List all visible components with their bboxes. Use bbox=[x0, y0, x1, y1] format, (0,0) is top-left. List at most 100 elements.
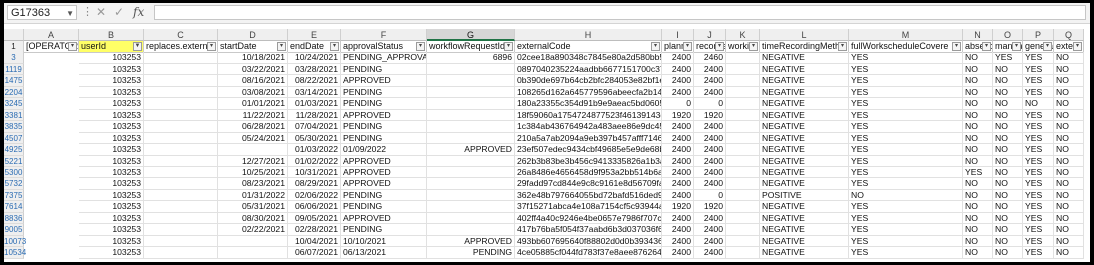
header-cell[interactable]: manual ▾ bbox=[993, 41, 1023, 53]
table-cell[interactable]: NO bbox=[1054, 189, 1084, 202]
table-cell[interactable]: NEGATIVE bbox=[760, 75, 849, 87]
table-cell[interactable] bbox=[427, 98, 515, 110]
table-cell[interactable]: YES bbox=[1023, 121, 1054, 133]
table-cell[interactable]: 1920 bbox=[694, 201, 726, 213]
table-cell[interactable]: YES bbox=[1023, 235, 1054, 248]
table-cell[interactable] bbox=[427, 201, 515, 213]
table-cell[interactable]: YES bbox=[1023, 144, 1054, 156]
header-cell[interactable]: startDate ▾ bbox=[218, 41, 288, 53]
table-cell[interactable]: 08/16/2021 bbox=[218, 75, 288, 87]
table-cell[interactable]: YES bbox=[849, 201, 963, 213]
table-cell[interactable]: APPROVED bbox=[341, 75, 427, 87]
header-cell[interactable]: endDate ▾ bbox=[288, 41, 341, 53]
table-cell[interactable] bbox=[144, 109, 218, 122]
table-cell[interactable]: 0 bbox=[694, 189, 726, 202]
table-cell[interactable]: NEGATIVE bbox=[760, 235, 849, 248]
table-cell[interactable]: 06/13/2021 bbox=[341, 247, 427, 259]
table-cell[interactable]: APPROVED bbox=[427, 235, 515, 248]
table-cell[interactable]: NO bbox=[993, 132, 1023, 145]
table-cell[interactable]: NO bbox=[963, 189, 993, 202]
table-cell[interactable] bbox=[144, 247, 218, 259]
table-cell[interactable]: 2400 bbox=[694, 75, 726, 87]
table-cell[interactable] bbox=[427, 75, 515, 87]
table-cell[interactable]: NO bbox=[1054, 132, 1084, 145]
table-cell[interactable]: APPROVED bbox=[341, 212, 427, 225]
table-cell[interactable]: 2400 bbox=[694, 178, 726, 190]
row-number[interactable]: 1119 bbox=[4, 63, 24, 76]
table-cell[interactable]: NO bbox=[1054, 166, 1084, 179]
table-cell[interactable]: 103253 bbox=[79, 75, 144, 87]
table-cell[interactable] bbox=[427, 189, 515, 202]
table-cell[interactable]: YES bbox=[849, 109, 963, 122]
table-cell[interactable]: PENDING bbox=[341, 132, 427, 145]
table-cell[interactable]: 2400 bbox=[662, 121, 694, 133]
table-cell[interactable]: 03/14/2021 bbox=[288, 86, 341, 99]
table-cell[interactable]: NO bbox=[1054, 155, 1084, 167]
table-cell[interactable]: 108265d162a645779596abeecfa2b14c bbox=[515, 86, 662, 99]
table-cell[interactable] bbox=[144, 132, 218, 145]
table-cell[interactable]: NO bbox=[993, 86, 1023, 99]
table-cell[interactable]: 03/28/2021 bbox=[288, 63, 341, 76]
select-all-corner[interactable] bbox=[4, 29, 24, 41]
column-header-n[interactable]: N bbox=[963, 29, 993, 41]
table-cell[interactable]: NO bbox=[1054, 63, 1084, 76]
table-cell[interactable]: YES bbox=[849, 132, 963, 145]
table-cell[interactable]: NO bbox=[963, 121, 993, 133]
table-cell[interactable]: 2400 bbox=[662, 75, 694, 87]
formula-input[interactable] bbox=[154, 5, 1086, 20]
table-cell[interactable]: 03/22/2021 bbox=[218, 63, 288, 76]
table-cell[interactable] bbox=[144, 75, 218, 87]
table-cell[interactable]: 10/25/2021 bbox=[218, 166, 288, 179]
row-number[interactable]: 10073 bbox=[4, 235, 26, 248]
column-header-a[interactable]: A bbox=[24, 29, 79, 41]
table-cell[interactable]: NEGATIVE bbox=[760, 144, 849, 156]
table-cell[interactable]: 10/04/2021 bbox=[288, 235, 341, 248]
table-cell[interactable]: NO bbox=[993, 109, 1023, 122]
table-cell[interactable]: 103253 bbox=[79, 109, 144, 122]
table-cell[interactable]: 01/31/2022 bbox=[218, 189, 288, 202]
table-cell[interactable]: NO bbox=[993, 201, 1023, 213]
table-cell[interactable]: 10/18/2021 bbox=[218, 52, 288, 64]
filter-dropdown-icon[interactable]: ▾ bbox=[277, 42, 286, 51]
filter-dropdown-icon[interactable]: ▾ bbox=[504, 42, 513, 51]
enter-icon[interactable]: ✓ bbox=[114, 5, 124, 20]
table-cell[interactable] bbox=[427, 132, 515, 145]
table-cell[interactable]: 2400 bbox=[694, 86, 726, 99]
table-cell[interactable]: 23ef507edec9434cbf49685e5e9de68b bbox=[515, 144, 662, 156]
header-cell[interactable]: userId ▼ bbox=[79, 41, 144, 53]
filter-dropdown-icon[interactable]: ▾ bbox=[651, 42, 660, 51]
table-cell[interactable]: NO bbox=[1054, 247, 1084, 259]
table-cell[interactable]: NO bbox=[1054, 201, 1084, 213]
table-cell[interactable]: 103253 bbox=[79, 201, 144, 213]
filter-active-icon[interactable]: ▼ bbox=[133, 42, 142, 51]
table-cell[interactable]: 180a23355c354d91b9e9aeac5bd0605c bbox=[515, 98, 662, 110]
table-cell[interactable]: NO bbox=[993, 247, 1023, 259]
row-number[interactable]: 4925 bbox=[4, 144, 24, 156]
table-cell[interactable]: NO bbox=[963, 178, 993, 190]
table-cell[interactable] bbox=[726, 109, 760, 122]
header-cell[interactable]: recorde ▾ bbox=[694, 41, 726, 53]
table-cell[interactable] bbox=[726, 235, 760, 248]
table-cell[interactable]: NEGATIVE bbox=[760, 98, 849, 110]
table-cell[interactable]: YES bbox=[849, 166, 963, 179]
table-cell[interactable]: YES bbox=[849, 247, 963, 259]
row-number[interactable]: 4507 bbox=[4, 132, 24, 145]
table-cell[interactable]: 2400 bbox=[694, 121, 726, 133]
table-cell[interactable]: NO bbox=[1054, 86, 1084, 99]
row-number[interactable]: 3 bbox=[4, 52, 24, 64]
table-cell[interactable] bbox=[144, 178, 218, 190]
filter-dropdown-icon[interactable]: ▾ bbox=[952, 42, 961, 51]
header-cell[interactable]: timeRecordingMetho ▾ bbox=[760, 41, 849, 53]
table-cell[interactable]: NO bbox=[993, 121, 1023, 133]
table-cell[interactable] bbox=[427, 86, 515, 99]
table-cell[interactable] bbox=[726, 98, 760, 110]
table-cell[interactable]: 2400 bbox=[662, 212, 694, 225]
table-cell[interactable]: 103253 bbox=[79, 247, 144, 259]
table-cell[interactable]: YES bbox=[849, 144, 963, 156]
table-cell[interactable]: 2460 bbox=[694, 52, 726, 64]
table-cell[interactable]: 02cee18a890348c7845e80a2d580bb55 bbox=[515, 52, 662, 64]
row-number[interactable]: 5221 bbox=[4, 155, 24, 167]
filter-dropdown-icon[interactable]: ▾ bbox=[1043, 42, 1052, 51]
table-cell[interactable]: 2400 bbox=[694, 224, 726, 236]
table-cell[interactable]: 1c384ab436764942a483aee86e9dc45a bbox=[515, 121, 662, 133]
